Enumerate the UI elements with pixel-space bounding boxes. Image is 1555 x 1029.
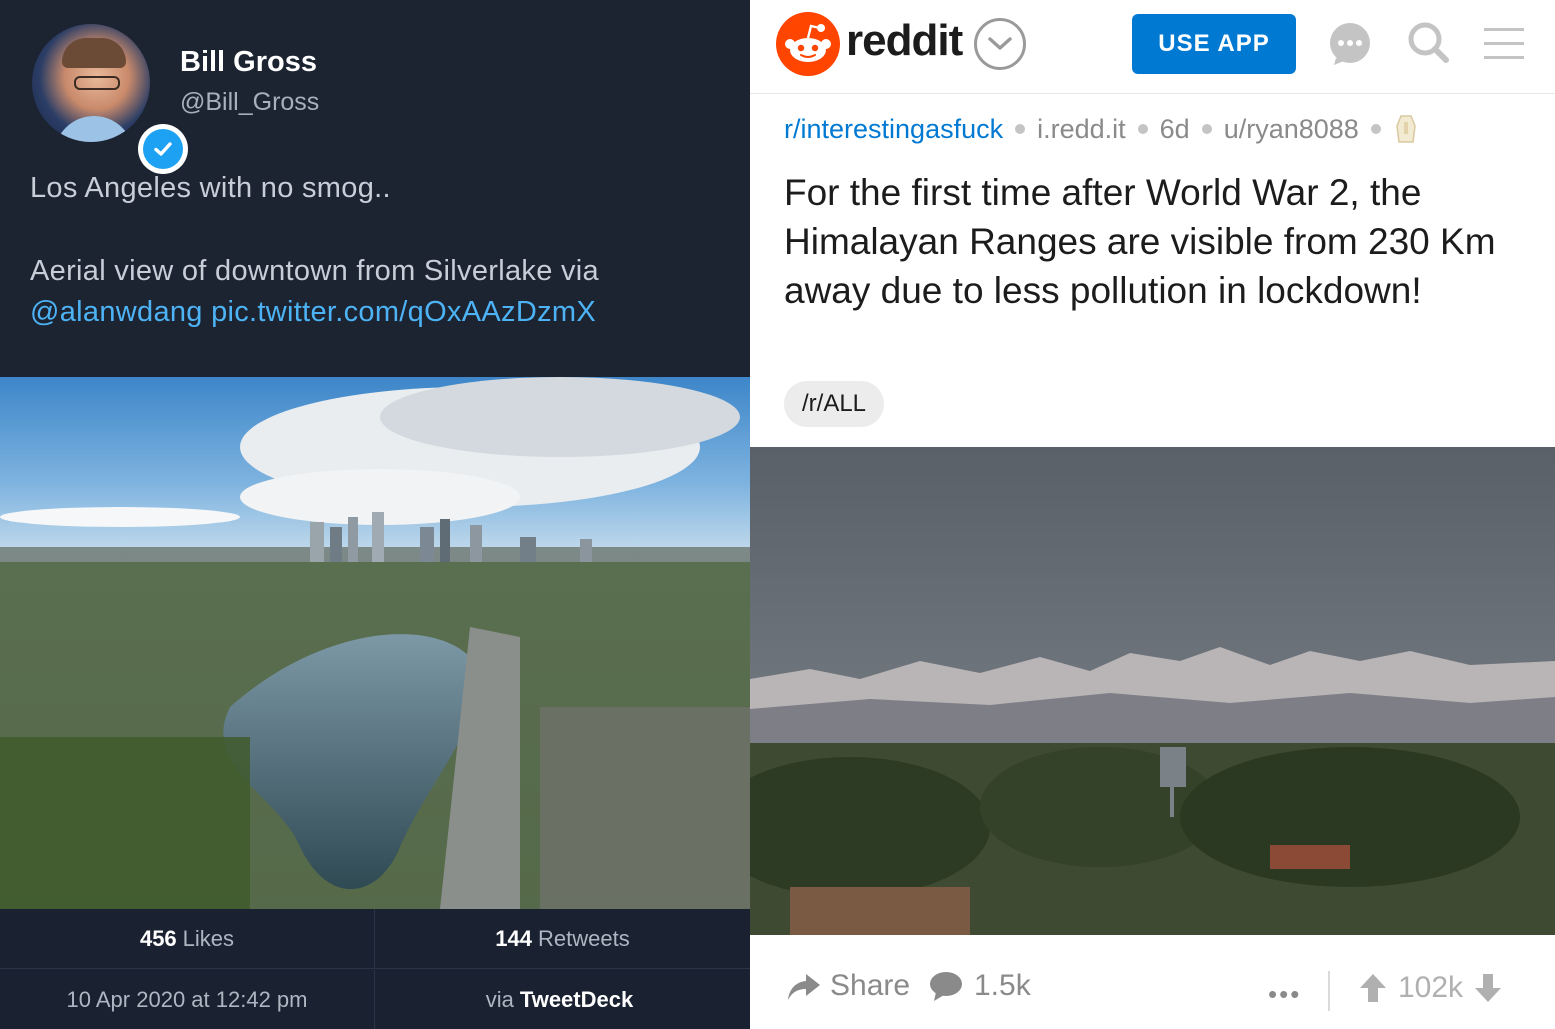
post-domain[interactable]: i.redd.it [1037, 114, 1126, 145]
separator-dot [1015, 124, 1026, 134]
tweet-source[interactable]: via TweetDeck [375, 970, 750, 1029]
via-prefix: via [485, 987, 514, 1012]
reddit-header: reddit USE APP [750, 0, 1555, 94]
retweets-label: Retweets [538, 925, 630, 951]
share-icon [788, 974, 820, 1000]
likes-label: Likes [182, 925, 235, 951]
author-handle[interactable]: @Bill_Gross [180, 88, 319, 117]
tweet-text-line: Aerial view of downtown from Silverlake … [30, 255, 599, 287]
comments-count: 1.5k [974, 969, 1031, 1002]
tweet-stats: 456 Likes 144 Retweets 10 Apr 2020 at 12… [0, 909, 750, 1029]
post-image[interactable] [750, 447, 1555, 935]
post-author[interactable]: u/ryan8088 [1224, 114, 1359, 145]
avatar-image [32, 24, 150, 142]
tweet-date-text: 10 Apr 2020 at 12:42 pm [66, 987, 308, 1012]
reddit-wordmark[interactable]: reddit [846, 16, 963, 66]
separator-dot [1370, 124, 1381, 134]
menu-icon[interactable] [1482, 22, 1526, 66]
chat-icon[interactable] [1328, 22, 1372, 66]
award-icon[interactable] [1393, 112, 1419, 146]
upvote-icon[interactable] [1358, 972, 1388, 1004]
comments-button[interactable]: 1.5k [928, 969, 1031, 1003]
retweets-count: 144 [495, 925, 532, 951]
likes-count: 456 [139, 925, 177, 951]
verified-icon [138, 124, 188, 174]
avatar[interactable] [32, 24, 188, 174]
comment-icon [930, 972, 962, 1001]
via-app: TweetDeck [519, 987, 634, 1012]
post-age: 6d [1159, 113, 1190, 144]
tweet-photo[interactable] [0, 377, 750, 909]
reddit-post: reddit USE APP r/interestingasfuck i.red… [750, 0, 1555, 1029]
share-button[interactable]: Share [786, 969, 910, 1003]
separator-dot [1137, 124, 1148, 134]
chevron-down-icon[interactable] [974, 18, 1026, 70]
author-name[interactable]: Bill Gross [180, 46, 317, 79]
tweet-link[interactable]: @alanwdang pic.twitter.com/qOxAAzDzmX [30, 296, 596, 329]
post-actions: Share 1.5k ••• 102k [750, 935, 1555, 1029]
share-label: Share [830, 969, 911, 1002]
likes-stat[interactable]: 456 Likes [0, 909, 375, 969]
more-options-button[interactable]: ••• [1268, 979, 1301, 1010]
tweet-date: 10 Apr 2020 at 12:42 pm [0, 970, 375, 1029]
divider [1328, 971, 1330, 1011]
tweet-card: Bill Gross @Bill_Gross Los Angeles with … [0, 0, 750, 1029]
subreddit-link[interactable]: r/interestingasfuck [784, 114, 1003, 145]
post-meta: r/interestingasfuck i.redd.it 6d u/ryan8… [784, 112, 1419, 146]
downvote-icon[interactable] [1473, 972, 1503, 1004]
tweet-text-line: Los Angeles with no smog.. [30, 172, 391, 204]
search-icon[interactable] [1406, 20, 1450, 64]
reddit-logo-icon[interactable] [776, 12, 840, 76]
post-title[interactable]: For the first time after World War 2, th… [784, 168, 1504, 315]
separator-dot [1201, 124, 1212, 134]
score: 102k [1398, 971, 1464, 1004]
retweets-stat[interactable]: 144 Retweets [375, 909, 750, 969]
vote-controls: 102k [1358, 971, 1503, 1005]
post-flair[interactable]: /r/ALL [784, 381, 885, 427]
use-app-button[interactable]: USE APP [1132, 14, 1296, 74]
